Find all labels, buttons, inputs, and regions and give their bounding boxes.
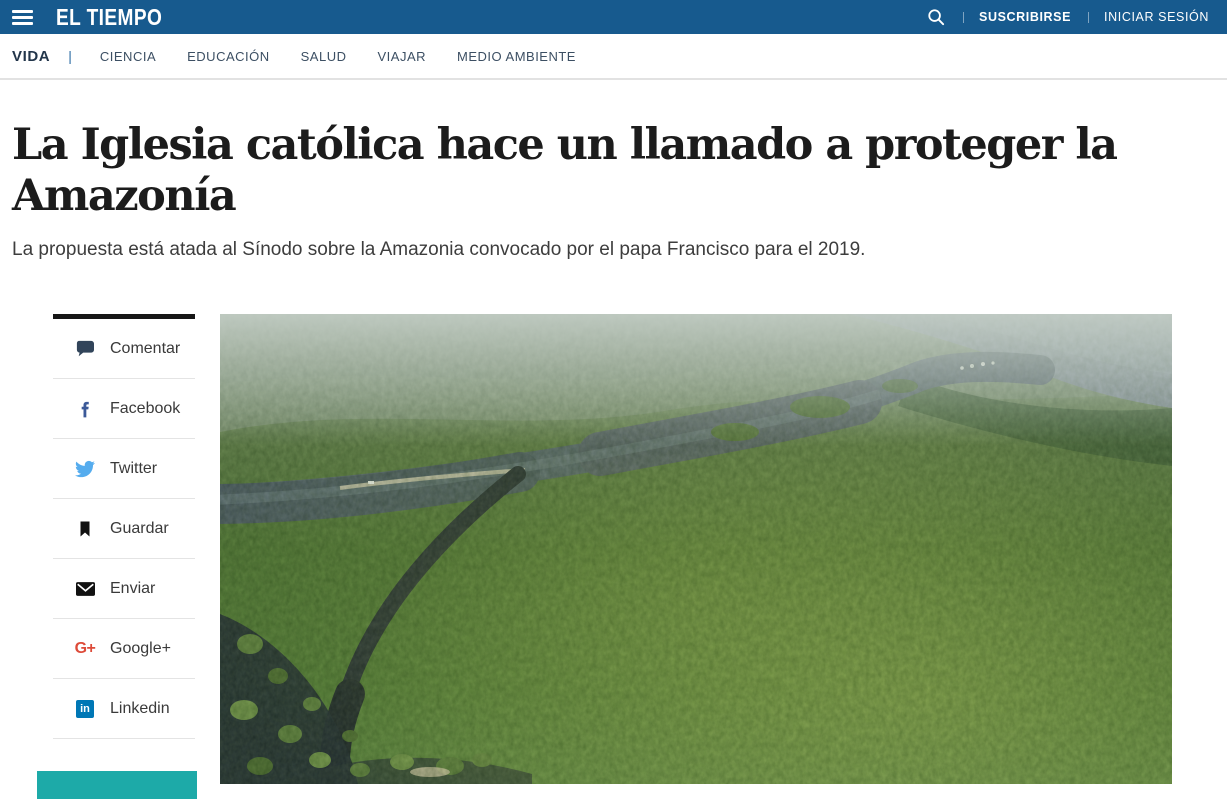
share-label: Guardar [110,520,169,538]
share-label: Google+ [110,640,171,658]
facebook-icon [74,398,96,420]
share-label: Linkedin [110,700,170,718]
subscribe-link[interactable]: SUSCRIBIRSE [979,10,1071,24]
googleplus-icon: G+ [74,638,96,660]
share-label: Facebook [110,400,180,418]
share-label: Enviar [110,580,155,598]
nav-item-salud[interactable]: SALUD [301,49,347,64]
share-save-button[interactable]: Guardar [53,499,195,559]
top-bar: EL TIEMPO SUSCRIBIRSE INICIAR SESIÓN [0,0,1227,34]
email-icon [74,578,96,600]
linkedin-icon: in [74,698,96,720]
share-label: Twitter [110,460,157,478]
share-email-button[interactable]: Enviar [53,559,195,619]
share-label: Comentar [110,340,180,358]
share-linkedin-button[interactable]: in Linkedin [53,679,195,739]
nav-item-educacion[interactable]: EDUCACIÓN [187,49,270,64]
nav-separator: | [68,48,72,64]
login-link[interactable]: INICIAR SESIÓN [1104,10,1209,24]
bookmark-icon [74,518,96,540]
hamburger-menu-icon[interactable] [12,10,33,25]
nav-current-section[interactable]: VIDA [12,48,50,65]
share-googleplus-button[interactable]: G+ Google+ [53,619,195,679]
search-icon[interactable] [926,7,946,27]
twitter-icon [74,458,96,480]
share-facebook-button[interactable]: Facebook [53,379,195,439]
header-separator [1088,12,1089,23]
header-separator [963,12,964,23]
article-subtitle: La propuesta está atada al Sínodo sobre … [12,238,1112,262]
article-title: La Iglesia católica hace un llamado a pr… [12,120,1142,222]
share-twitter-button[interactable]: Twitter [53,439,195,499]
nav-item-viajar[interactable]: VIAJAR [378,49,427,64]
section-nav: VIDA | CIENCIA EDUCACIÓN SALUD VIAJAR ME… [0,34,1227,80]
share-rail: Comentar Facebook Twitter [0,314,220,799]
share-comment-button[interactable]: Comentar [53,319,195,379]
article-photo [220,314,1172,784]
site-logo[interactable]: EL TIEMPO [56,4,162,31]
nav-item-ciencia[interactable]: CIENCIA [100,49,156,64]
nav-item-medio-ambiente[interactable]: MEDIO AMBIENTE [457,49,576,64]
comment-cta-button[interactable] [37,771,197,799]
comment-icon [74,338,96,360]
